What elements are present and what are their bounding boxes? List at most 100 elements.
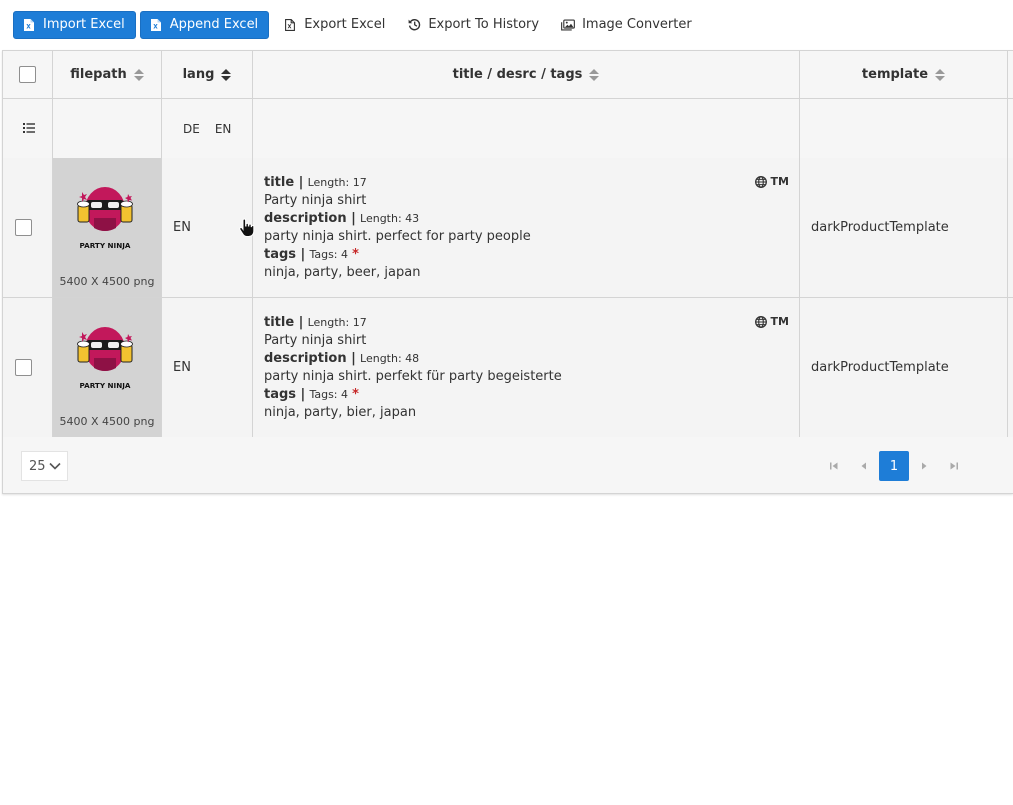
list-icon[interactable] xyxy=(23,122,35,137)
image-converter-label: Image Converter xyxy=(582,17,692,32)
filepath-cell: PARTY NINJA 5400 X 4500 png xyxy=(53,298,162,437)
sort-icon xyxy=(589,68,600,81)
tags-label: tags | xyxy=(264,247,306,262)
row-select-cell xyxy=(3,158,53,297)
page-navigation: 1 xyxy=(819,451,969,481)
header-select-cell xyxy=(3,51,53,98)
title-length: Length: 17 xyxy=(307,316,367,329)
tags-value: ninja, party, beer, japan xyxy=(264,265,421,280)
column-label: filepath xyxy=(70,67,127,82)
template-cell: darkProductTemplate xyxy=(800,298,1008,437)
text-cell[interactable]: title | Length: 17 Party ninja shirt des… xyxy=(253,298,800,437)
column-label: title / desrc / tags xyxy=(452,67,583,82)
column-header-filepath[interactable]: filepath xyxy=(53,51,162,98)
sort-icon xyxy=(221,68,232,81)
title-label: title | xyxy=(264,175,304,190)
image-converter-button[interactable]: Image Converter xyxy=(551,11,702,39)
overflow-cell xyxy=(1008,158,1013,297)
column-label: template xyxy=(861,67,929,82)
lang-cell: EN xyxy=(162,298,253,437)
title-length: Length: 17 xyxy=(307,176,367,189)
description-label: description | xyxy=(264,351,356,366)
tags-label: tags | xyxy=(264,387,306,402)
select-all-checkbox[interactable] xyxy=(19,66,36,83)
sort-icon xyxy=(935,68,946,81)
column-header-title-desc-tags[interactable]: title / desrc / tags xyxy=(253,51,800,98)
next-page-icon[interactable] xyxy=(909,451,939,481)
export-excel-button[interactable]: Export Excel xyxy=(273,11,395,39)
title-label: title | xyxy=(264,315,304,330)
design-thumbnail[interactable]: PARTY NINJA xyxy=(73,318,137,394)
column-header-lang[interactable]: lang xyxy=(162,51,253,98)
design-thumbnail[interactable]: PARTY NINJA xyxy=(73,178,137,254)
lang-filter-en[interactable]: EN xyxy=(215,122,232,136)
page-size-select[interactable]: 25 xyxy=(21,451,68,481)
row-checkbox[interactable] xyxy=(15,359,32,376)
first-page-icon[interactable] xyxy=(819,451,849,481)
table-row[interactable]: PARTY NINJA 5400 X 4500 png EN title | L… xyxy=(3,158,1013,298)
import-excel-label: Import Excel xyxy=(43,17,125,32)
grid-header: filepath lang title / desrc / tags templ… xyxy=(3,51,1013,99)
tags-value: ninja, party, bier, japan xyxy=(264,405,417,420)
globe-icon[interactable] xyxy=(754,175,767,188)
column-header-template[interactable]: template xyxy=(800,51,1008,98)
data-grid: filepath lang title / desrc / tags templ… xyxy=(2,50,1013,494)
hand-cursor-icon xyxy=(239,218,255,237)
text-filter-cell xyxy=(253,99,800,158)
last-page-icon[interactable] xyxy=(939,451,969,481)
toolbar: Import Excel Append Excel Export Excel E… xyxy=(13,10,704,39)
filter-row: DE EN xyxy=(3,99,1013,159)
template-value: darkProductTemplate xyxy=(811,220,949,235)
globe-icon[interactable] xyxy=(754,315,767,328)
trademark-badge[interactable]: TM xyxy=(771,315,789,328)
import-excel-button[interactable]: Import Excel xyxy=(13,10,136,39)
description-label: description | xyxy=(264,211,356,226)
row-badges: TM xyxy=(754,175,789,188)
lang-filter-cell: DE EN xyxy=(162,99,253,158)
row-select-cell xyxy=(3,298,53,437)
tags-count: Tags: 4 xyxy=(309,248,349,261)
append-excel-button[interactable]: Append Excel xyxy=(139,10,270,39)
text-cell[interactable]: title | Length: 17 Party ninja shirt des… xyxy=(253,158,800,297)
row-checkbox[interactable] xyxy=(15,219,32,236)
description-value: party ninja shirt. perfekt für party beg… xyxy=(264,369,562,384)
description-value: party ninja shirt. perfect for party peo… xyxy=(264,229,531,244)
row-badges: TM xyxy=(754,315,789,328)
required-marker: * xyxy=(352,387,359,402)
template-value: darkProductTemplate xyxy=(811,360,949,375)
lang-filter-de[interactable]: DE xyxy=(183,122,200,136)
title-value: Party ninja shirt xyxy=(264,333,367,348)
template-filter-cell xyxy=(800,99,1008,158)
export-to-history-button[interactable]: Export To History xyxy=(397,11,549,39)
image-dimensions: 5400 X 4500 png xyxy=(59,415,155,428)
title-value: Party ninja shirt xyxy=(264,193,367,208)
lang-value: EN xyxy=(173,220,191,235)
image-dimensions: 5400 X 4500 png xyxy=(59,275,155,288)
table-row[interactable]: PARTY NINJA 5400 X 4500 png EN title | L… xyxy=(3,298,1013,438)
overflow-filter-cell xyxy=(1008,99,1013,158)
column-label: lang xyxy=(182,67,215,82)
text-content: title | Length: 17 Party ninja shirt des… xyxy=(264,314,562,422)
filepath-cell: PARTY NINJA 5400 X 4500 png xyxy=(53,158,162,297)
export-excel-label: Export Excel xyxy=(304,17,386,32)
trademark-badge[interactable]: TM xyxy=(771,175,789,188)
design-thumbnail-text: PARTY NINJA xyxy=(80,241,131,250)
current-page-button[interactable]: 1 xyxy=(879,451,909,481)
required-marker: * xyxy=(352,247,359,262)
images-icon xyxy=(561,18,575,32)
pagination-bar: 25 1 xyxy=(3,437,1013,493)
filepath-filter-cell xyxy=(53,99,162,158)
sort-icon xyxy=(133,68,144,81)
lang-value: EN xyxy=(173,360,191,375)
previous-page-icon[interactable] xyxy=(849,451,879,481)
tags-count: Tags: 4 xyxy=(309,388,349,401)
history-icon xyxy=(407,18,421,32)
export-to-history-label: Export To History xyxy=(428,17,540,32)
filter-menu-cell xyxy=(3,99,53,158)
column-header-overflow xyxy=(1008,51,1013,98)
description-length: Length: 43 xyxy=(360,212,420,225)
page-size-value: 25 xyxy=(29,458,46,474)
overflow-cell xyxy=(1008,298,1013,437)
chevron-down-icon xyxy=(49,462,61,470)
append-excel-label: Append Excel xyxy=(169,17,259,32)
